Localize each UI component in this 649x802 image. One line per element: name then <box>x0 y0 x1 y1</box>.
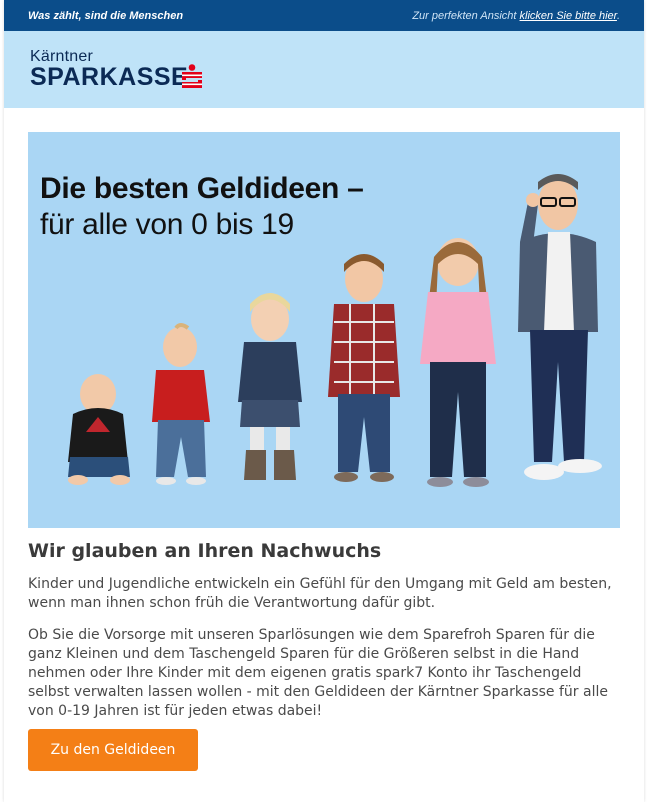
email-frame: Was zählt, sind die Menschen Zur perfekt… <box>4 0 644 802</box>
hero-subline: für alle von 0 bis 19 <box>40 208 294 241</box>
hero-banner[interactable]: Die besten Geldideen – für alle von 0 bi… <box>28 132 620 528</box>
header: Kärntner SPARKASSE <box>4 31 644 108</box>
tagline: Was zählt, sind die Menschen <box>28 10 184 22</box>
child-figure <box>518 174 602 480</box>
child-figure <box>152 323 210 485</box>
child-figure <box>238 293 302 480</box>
article-paragraph-1: Kinder und Jugendliche entwickeln ein Ge… <box>28 576 612 611</box>
child-figure <box>68 374 130 485</box>
sparkasse-s-icon <box>182 64 202 88</box>
top-bar: Was zählt, sind die Menschen Zur perfekt… <box>4 0 644 31</box>
child-figure <box>420 238 496 487</box>
sparkasse-logo[interactable]: Kärntner SPARKASSE <box>30 48 220 93</box>
logo-line2: SPARKASSE <box>30 63 189 91</box>
geldideen-button[interactable]: Zu den Geldideen <box>28 729 198 771</box>
hero-headline: Die besten Geldideen – <box>40 172 364 205</box>
article-paragraph-2: Ob Sie die Vorsorge mit unseren Sparlösu… <box>28 627 608 719</box>
view-online-prefix: Zur perfekten Ansicht <box>412 10 520 22</box>
view-online-link[interactable]: klicken Sie bitte hier <box>520 10 617 22</box>
article-heading: Wir glauben an Ihren Nachwuchs <box>28 540 382 562</box>
view-online-text: Zur perfekten Ansicht klicken Sie bitte … <box>412 10 620 22</box>
child-figure <box>328 254 400 482</box>
view-online-suffix: . <box>616 10 620 22</box>
article: Wir glauben an Ihren Nachwuchs Kinder un… <box>28 540 620 719</box>
